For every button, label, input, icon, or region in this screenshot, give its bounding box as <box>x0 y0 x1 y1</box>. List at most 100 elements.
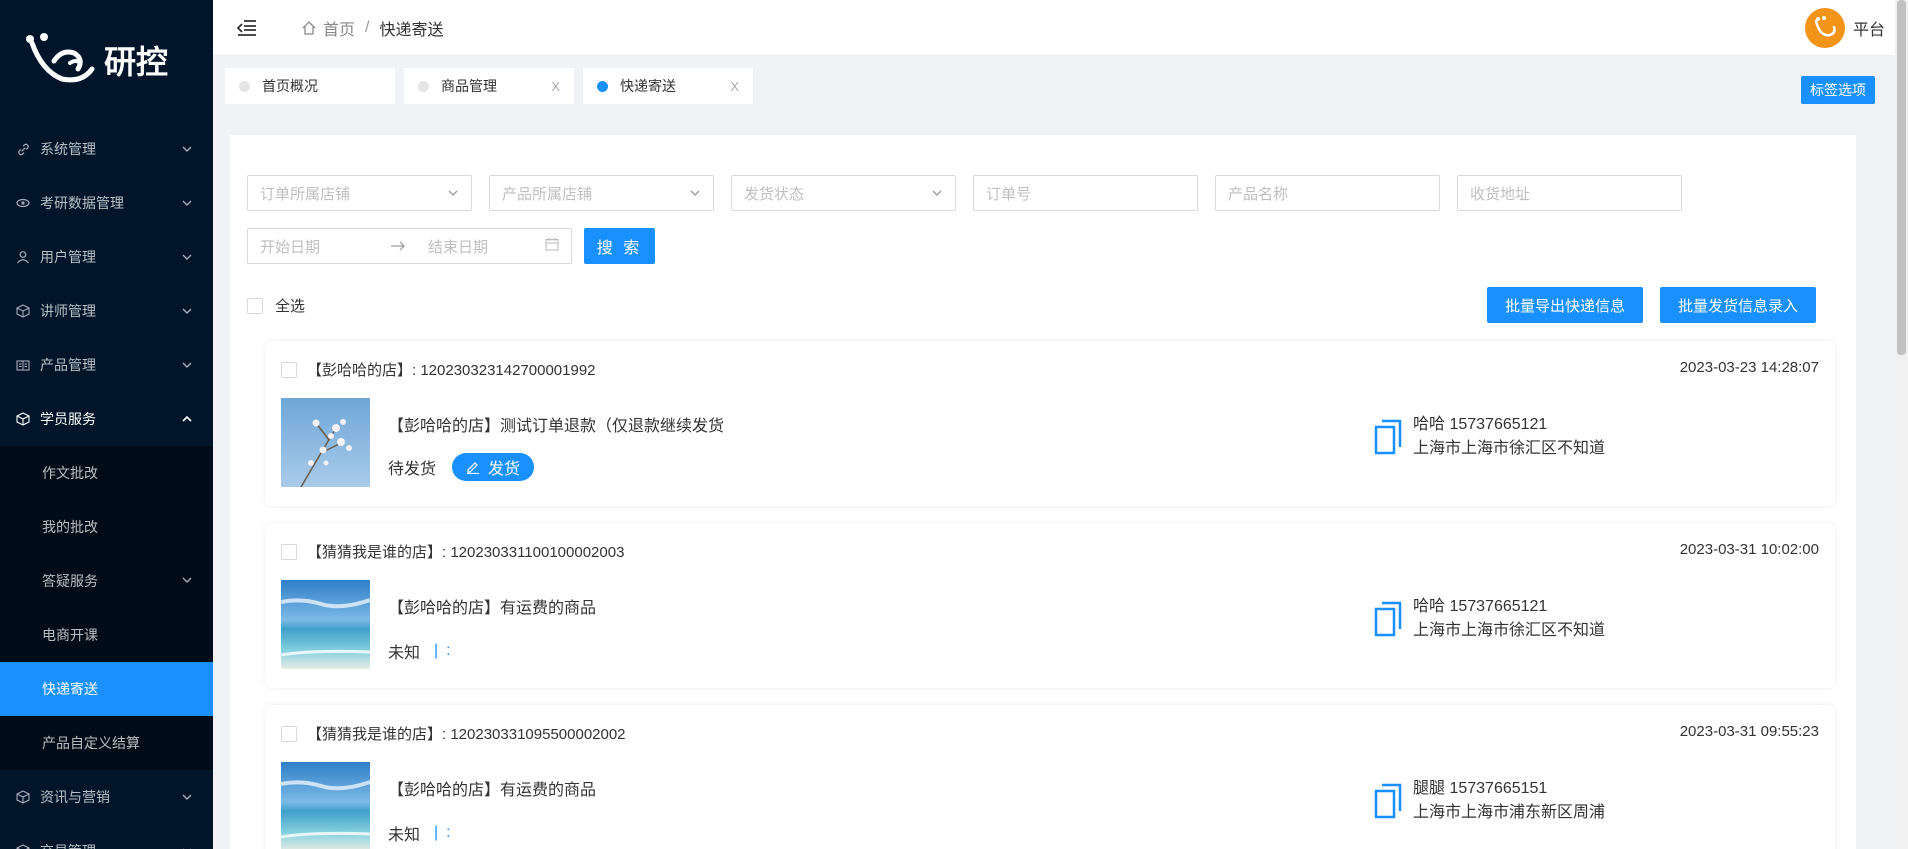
cube-icon <box>16 790 30 804</box>
order-time: 2023-03-23 14:28:07 <box>1679 359 1819 376</box>
order-time: 2023-03-31 10:02:00 <box>1679 541 1819 558</box>
sidebar-item-label: 产品管理 <box>40 357 96 373</box>
home-icon <box>302 20 316 35</box>
chevron-down-icon <box>181 251 193 263</box>
batch-export-button[interactable]: 批量导出快递信息 <box>1486 287 1643 323</box>
product-image <box>281 398 370 487</box>
ship-button[interactable]: 发货 <box>452 453 535 481</box>
order-header: 【猜猜我是谁的店】: 120230331095500002002 <box>281 723 626 744</box>
sidebar-subitem-essay-grading[interactable]: 作文批改 <box>0 446 213 500</box>
chevron-down-icon <box>931 187 943 199</box>
sidebar-item-exam-data[interactable]: 考研数据管理 <box>0 176 213 230</box>
sidebar-item-transactions[interactable]: 交易管理 <box>0 824 213 849</box>
menu-fold-icon[interactable] <box>237 18 257 38</box>
status-separator: | <box>434 642 439 659</box>
sidebar-item-products[interactable]: 产品管理 <box>0 338 213 392</box>
ship-status-select[interactable]: 发货状态 <box>731 175 956 211</box>
chevron-down-icon <box>181 573 193 589</box>
close-icon[interactable]: X <box>730 79 739 94</box>
batch-actions: 批量导出快递信息 批量发货信息录入 <box>1470 287 1816 323</box>
order-header: 【猜猜我是谁的店】: 120230331100100002003 <box>281 541 624 562</box>
copy-icon[interactable] <box>1373 419 1403 455</box>
main-panel: 订单所属店铺 产品所属店铺 发货状态 订单号 产品名称 收货地址 开始日期 结束… <box>230 135 1856 849</box>
product-name: 【彭哈哈的店】有运费的商品 <box>388 782 597 799</box>
sidebar-item-label: 交易管理 <box>40 841 181 849</box>
product-name-placeholder: 产品名称 <box>1228 185 1289 203</box>
tab-overview[interactable]: 首页概况 <box>225 68 395 104</box>
sidebar-item-system[interactable]: 系统管理 <box>0 122 213 176</box>
tag-label: 商品管理 <box>441 78 497 94</box>
chevron-down-icon <box>181 791 193 803</box>
sidebar-item-teachers[interactable]: 讲师管理 <box>0 284 213 338</box>
order-no-input[interactable]: 订单号 <box>973 175 1198 211</box>
cube-icon <box>16 412 30 426</box>
chevron-down-icon <box>181 845 193 849</box>
submenu-student-services: 作文批改 我的批改 答疑服务 电商开课 快递寄送 产品自定义结算 <box>0 446 213 770</box>
copy-icon[interactable] <box>1373 601 1403 637</box>
sidebar-subitem-ecommerce-course[interactable]: 电商开课 <box>0 608 213 662</box>
end-date-input[interactable]: 结束日期 <box>428 236 545 257</box>
link-icon <box>16 142 30 156</box>
tag-options-button[interactable]: 标签选项 <box>1801 76 1875 104</box>
start-date-input[interactable]: 开始日期 <box>260 236 390 257</box>
scrollbar-thumb[interactable] <box>1897 0 1906 355</box>
copy-icon[interactable] <box>1373 783 1403 819</box>
page-scrollbar[interactable] <box>1895 0 1908 849</box>
sidebar-item-label: 系统管理 <box>40 141 96 157</box>
shop-select[interactable]: 订单所属店铺 <box>247 175 472 211</box>
address-input[interactable]: 收货地址 <box>1457 175 1682 211</box>
sidebar-subitem-custom-settlement[interactable]: 产品自定义结算 <box>0 716 213 770</box>
sidebar-subitem-label: 产品自定义结算 <box>42 735 140 751</box>
sidebar-item-news-marketing[interactable]: 资讯与营销 <box>0 770 213 824</box>
sidebar-subitem-my-grading[interactable]: 我的批改 <box>0 500 213 554</box>
tag-dot-active <box>597 80 608 92</box>
user-menu[interactable]: 平台 <box>1804 8 1885 48</box>
sidebar-menu: 系统管理 考研数据管理 用户管理 讲师管理 产品管理 学员服务 作文批改 我的批… <box>0 122 213 849</box>
breadcrumb-home-label: 首页 <box>323 21 356 39</box>
breadcrumb-home[interactable]: 首页 <box>301 16 355 40</box>
sidebar-item-label: 用户管理 <box>40 249 96 265</box>
shipping-address: 哈哈 15737665121 上海市上海市徐汇区不知道 <box>1373 595 1605 643</box>
eye-icon <box>16 196 30 210</box>
sidebar-subitem-label: 答疑服务 <box>42 573 98 589</box>
product-name: 【彭哈哈的店】测试订单退款（仅退款继续发货 <box>388 418 725 435</box>
filter-form: 订单所属店铺 产品所属店铺 发货状态 订单号 产品名称 收货地址 开始日期 结束… <box>247 175 1699 281</box>
order-header: 【彭哈哈的店】: 120230323142700001992 <box>281 359 596 380</box>
sidebar-item-users[interactable]: 用户管理 <box>0 230 213 284</box>
ship-button-label: 发货 <box>488 461 521 478</box>
product-name-input[interactable]: 产品名称 <box>1215 175 1440 211</box>
sidebar: 研控 系统管理 考研数据管理 用户管理 讲师管理 产品管理 学员服务 作文批改 … <box>0 0 213 849</box>
product-shop-select[interactable]: 产品所属店铺 <box>489 175 714 211</box>
select-all-checkbox[interactable] <box>247 297 263 314</box>
sidebar-item-student-services[interactable]: 学员服务 <box>0 392 213 446</box>
order-card: 【猜猜我是谁的店】: 120230331095500002002 2023-03… <box>265 705 1835 849</box>
close-icon[interactable]: X <box>551 79 560 94</box>
sidebar-item-label: 学员服务 <box>40 411 96 427</box>
breadcrumb: 首页 / 快递寄送 <box>301 16 443 40</box>
recipient-address: 上海市上海市徐汇区不知道 <box>1413 622 1606 639</box>
product-image <box>281 580 370 669</box>
order-card: 【猜猜我是谁的店】: 120230331100100002003 2023-03… <box>265 523 1835 688</box>
sidebar-subitem-qa-service[interactable]: 答疑服务 <box>0 554 213 608</box>
search-button[interactable]: 搜 索 <box>584 228 655 264</box>
batch-import-button[interactable]: 批量发货信息录入 <box>1659 287 1816 323</box>
chevron-up-icon <box>181 413 193 425</box>
date-range-picker[interactable]: 开始日期 结束日期 <box>247 228 572 264</box>
select-all[interactable]: 全选 <box>247 295 305 316</box>
shop-select-placeholder: 订单所属店铺 <box>260 185 351 203</box>
order-checkbox[interactable] <box>281 361 297 378</box>
sidebar-subitem-label: 电商开课 <box>42 627 98 643</box>
breadcrumb-separator: / <box>365 18 370 36</box>
order-checkbox[interactable] <box>281 543 297 560</box>
tab-express-delivery[interactable]: 快递寄送 X <box>583 68 753 104</box>
recipient-contact: 哈哈 15737665121 <box>1413 598 1548 615</box>
tag-label: 首页概况 <box>262 78 318 94</box>
tab-product-management[interactable]: 商品管理 X <box>404 68 574 104</box>
avatar <box>1804 8 1845 48</box>
tag-dot <box>239 80 250 92</box>
order-checkbox[interactable] <box>281 725 297 742</box>
sidebar-subitem-express-delivery[interactable]: 快递寄送 <box>0 662 213 716</box>
order-number: 【彭哈哈的店】: 120230323142700001992 <box>307 362 596 379</box>
chevron-down-icon <box>447 187 459 199</box>
cube-icon <box>16 304 30 318</box>
